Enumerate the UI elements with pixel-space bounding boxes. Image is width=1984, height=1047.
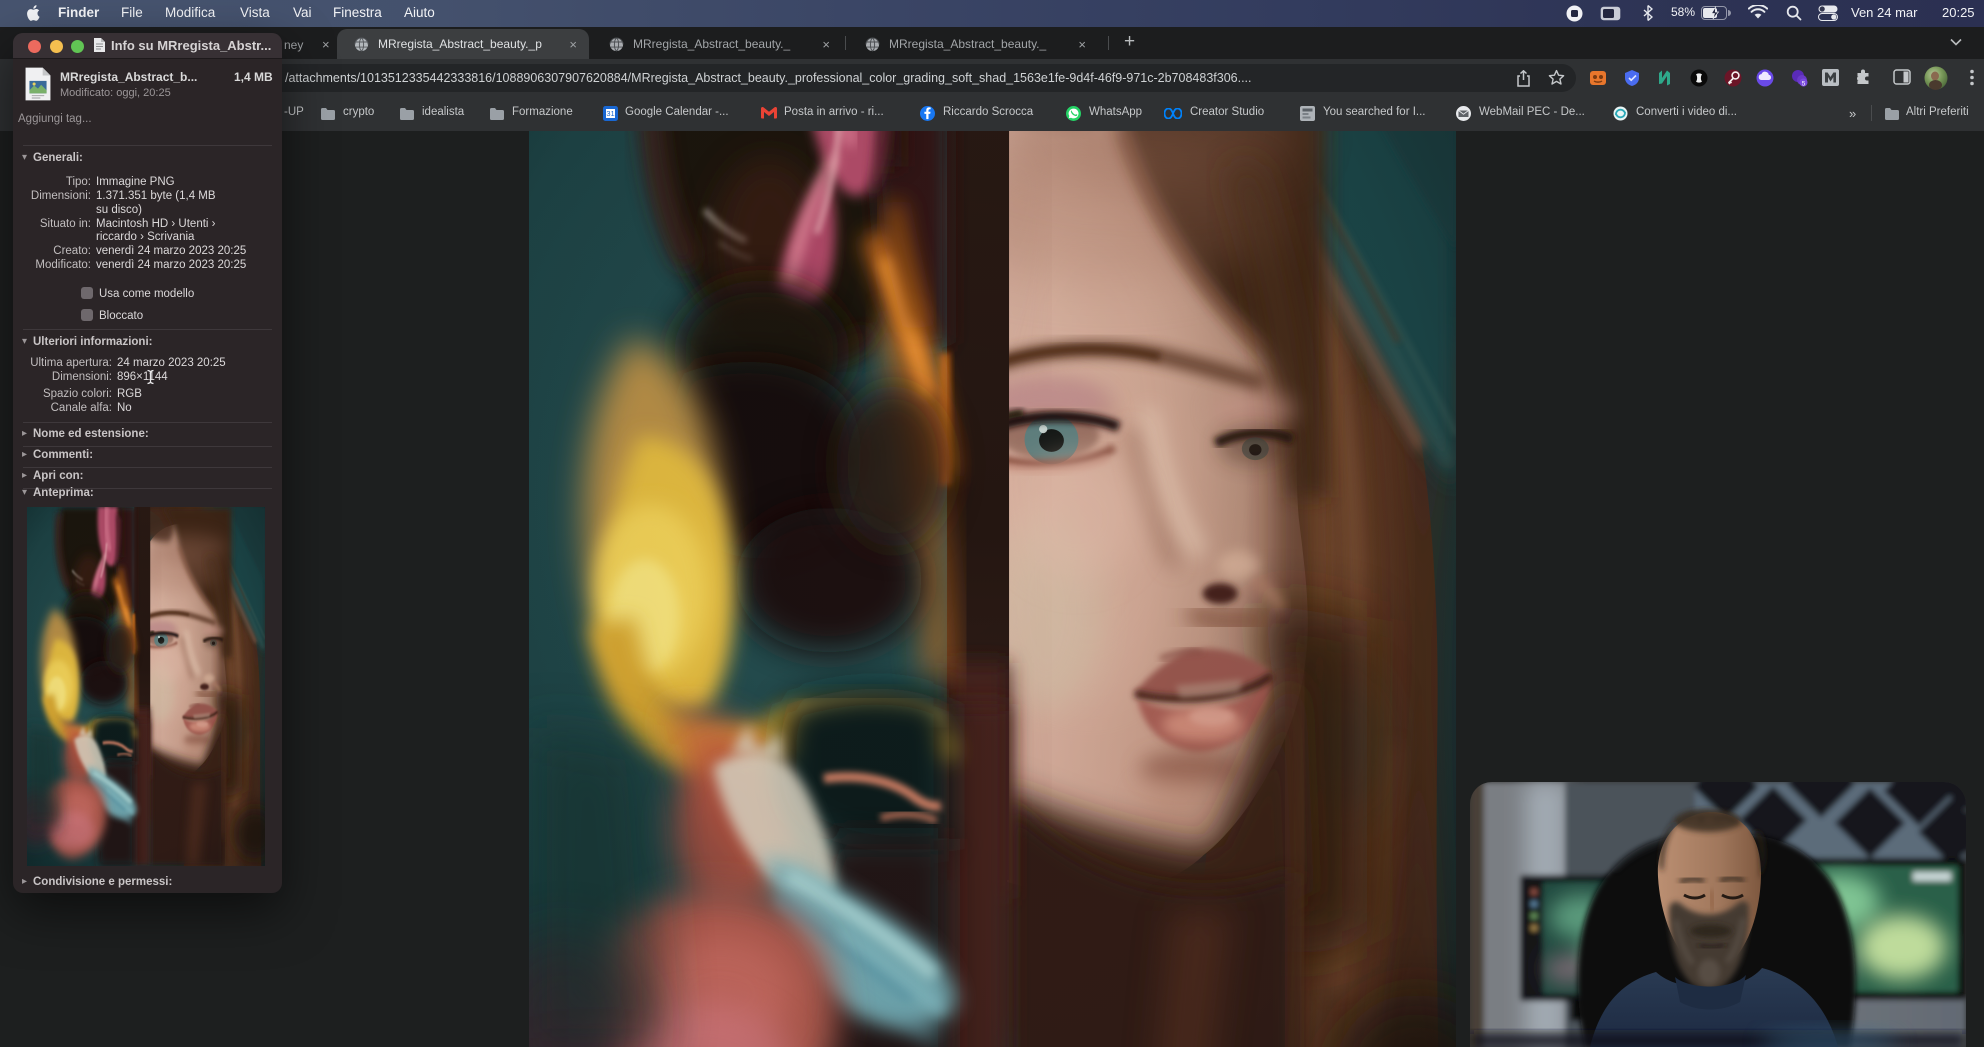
- svg-text:31: 31: [606, 109, 614, 118]
- svg-text:5: 5: [1802, 81, 1806, 88]
